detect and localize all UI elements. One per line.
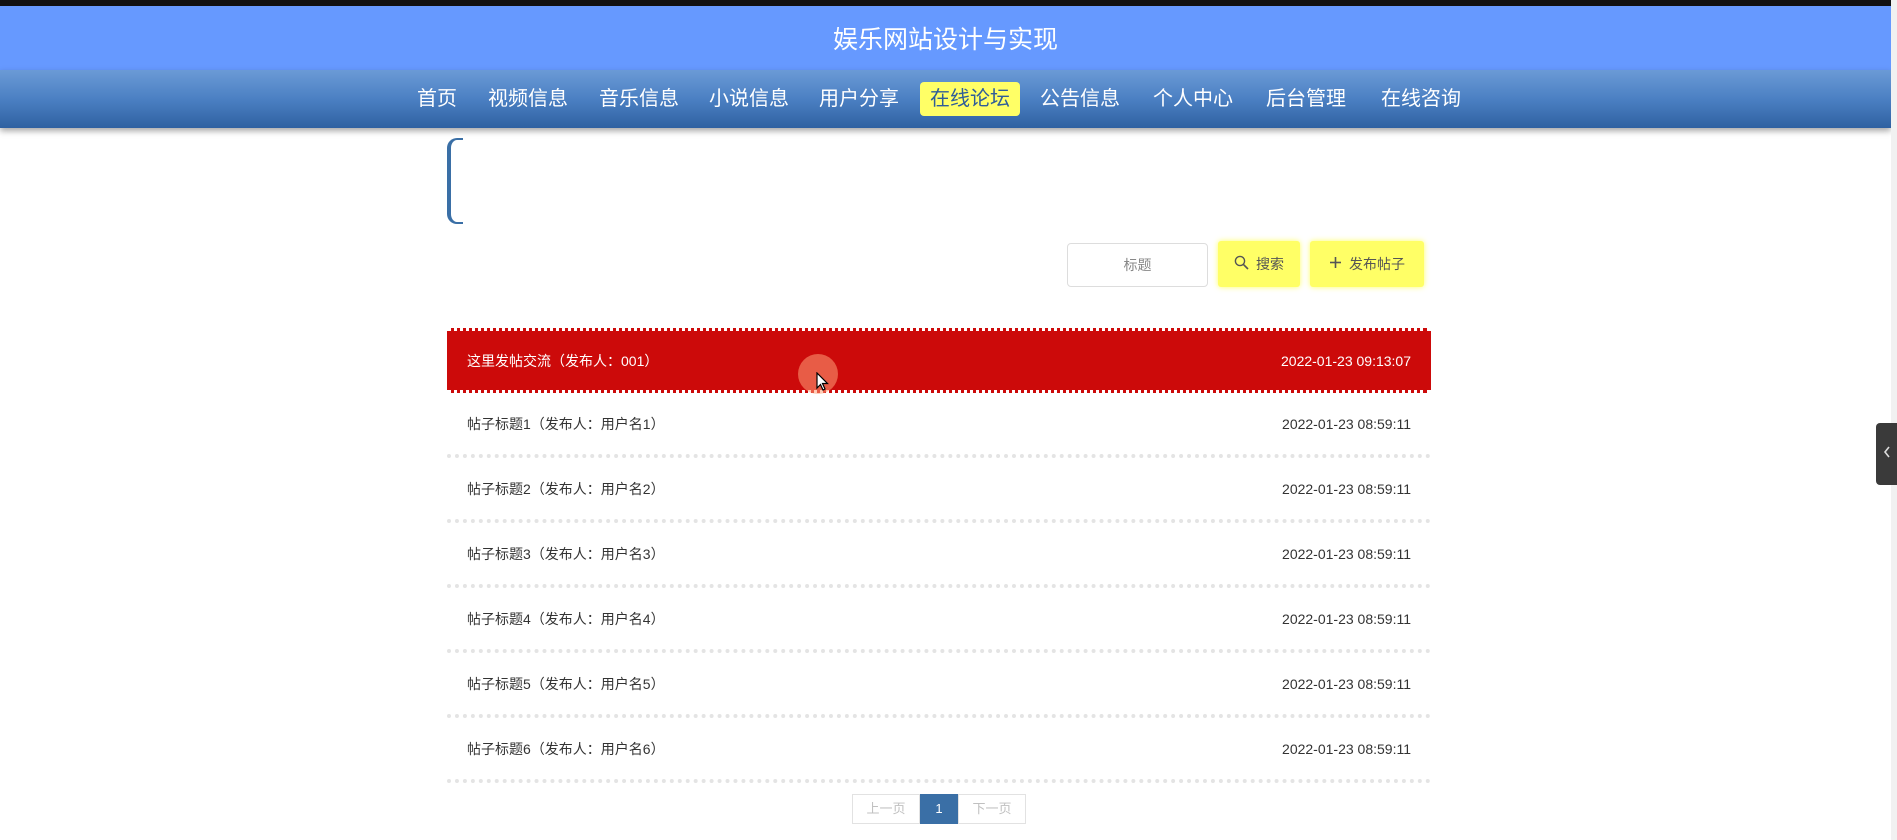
side-panel-toggle[interactable] (1876, 423, 1897, 485)
publish-post-button[interactable]: 发布帖子 (1310, 241, 1424, 287)
nav-item-admin[interactable]: 后台管理 (1266, 82, 1346, 116)
post-date: 2022-01-23 08:59:11 (1282, 675, 1411, 692)
prev-page-button[interactable]: 上一页 (852, 794, 920, 824)
post-title: 帖子标题3（发布人：用户名3） (467, 545, 665, 562)
search-button[interactable]: 搜索 (1218, 241, 1300, 287)
forum-post-list: 这里发帖交流（发布人：001） 2022-01-23 09:13:07 帖子标题… (447, 328, 1431, 783)
post-row[interactable]: 帖子标题1（发布人：用户名1） 2022-01-23 08:59:11 (447, 393, 1431, 458)
section-title-box (447, 138, 463, 224)
post-title: 帖子标题5（发布人：用户名5） (467, 675, 665, 692)
post-title: 帖子标题2（发布人：用户名2） (467, 480, 665, 497)
post-title: 帖子标题4（发布人：用户名4） (467, 610, 665, 627)
nav-item-notice[interactable]: 公告信息 (1040, 82, 1120, 116)
publish-post-label: 发布帖子 (1349, 256, 1405, 272)
post-date: 2022-01-23 08:59:11 (1282, 480, 1411, 497)
post-date: 2022-01-23 08:59:11 (1282, 610, 1411, 627)
nav-item-user-share[interactable]: 用户分享 (819, 82, 899, 116)
post-row[interactable]: 帖子标题5（发布人：用户名5） 2022-01-23 08:59:11 (447, 653, 1431, 718)
chevron-left-icon (1883, 445, 1891, 463)
post-row[interactable]: 帖子标题4（发布人：用户名4） 2022-01-23 08:59:11 (447, 588, 1431, 653)
nav-item-forum[interactable]: 在线论坛 (920, 82, 1020, 116)
next-page-button[interactable]: 下一页 (958, 794, 1026, 824)
nav-item-home[interactable]: 首页 (417, 82, 457, 116)
post-title: 帖子标题6（发布人：用户名6） (467, 740, 665, 757)
post-row[interactable]: 帖子标题2（发布人：用户名2） 2022-01-23 08:59:11 (447, 458, 1431, 523)
nav-item-music[interactable]: 音乐信息 (599, 82, 679, 116)
page-number-current[interactable]: 1 (920, 794, 958, 824)
post-row[interactable]: 这里发帖交流（发布人：001） 2022-01-23 09:13:07 (447, 328, 1431, 393)
nav-item-personal-center[interactable]: 个人中心 (1153, 82, 1233, 116)
search-button-label: 搜索 (1256, 256, 1284, 272)
post-row[interactable]: 帖子标题3（发布人：用户名3） 2022-01-23 08:59:11 (447, 523, 1431, 588)
search-icon (1234, 255, 1249, 273)
plus-icon (1329, 256, 1342, 272)
mouse-cursor (798, 354, 838, 394)
pagination: 上一页 1 下一页 (852, 794, 1026, 824)
post-title: 这里发帖交流（发布人：001） (467, 352, 659, 369)
nav-item-video[interactable]: 视频信息 (488, 82, 568, 116)
page: 娱乐网站设计与实现 首页 视频信息 音乐信息 小说信息 用户分享 在线论坛 公告… (0, 0, 1897, 840)
post-title: 帖子标题1（发布人：用户名1） (467, 415, 665, 432)
nav-item-consult[interactable]: 在线咨询 (1381, 82, 1461, 116)
site-title: 娱乐网站设计与实现 (832, 26, 1058, 54)
post-date: 2022-01-23 08:59:11 (1282, 545, 1411, 562)
nav-item-novel[interactable]: 小说信息 (709, 82, 789, 116)
post-row[interactable]: 帖子标题6（发布人：用户名6） 2022-01-23 08:59:11 (447, 718, 1431, 783)
post-date: 2022-01-23 08:59:11 (1282, 415, 1411, 432)
page-scrollbar[interactable] (1891, 0, 1897, 840)
post-date: 2022-01-23 09:13:07 (1281, 352, 1411, 369)
title-search-input[interactable] (1067, 243, 1208, 287)
main-nav: 首页 视频信息 音乐信息 小说信息 用户分享 在线论坛 公告信息 个人中心 后台… (0, 70, 1891, 128)
post-date: 2022-01-23 08:59:11 (1282, 740, 1411, 757)
site-header: 娱乐网站设计与实现 (0, 6, 1891, 70)
